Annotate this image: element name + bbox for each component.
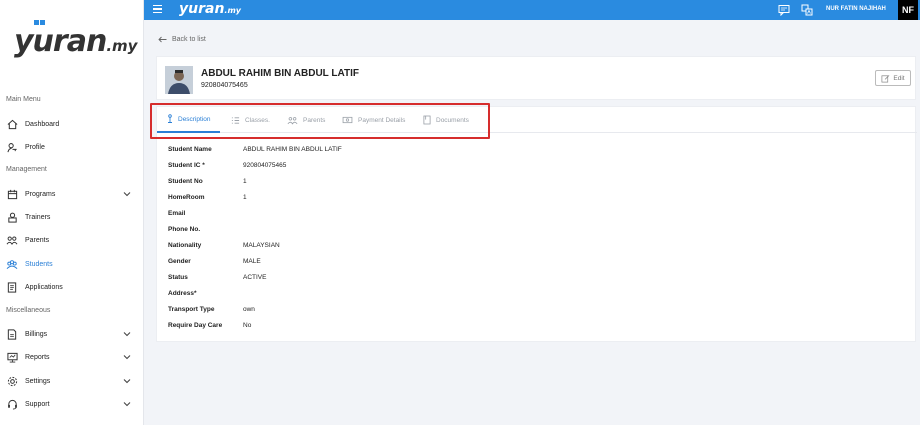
menu-icon[interactable] bbox=[153, 5, 162, 14]
parents-icon bbox=[6, 234, 18, 246]
chevron-down-icon bbox=[123, 332, 131, 337]
tab-classes[interactable]: Classes. bbox=[231, 107, 270, 133]
tab-documents[interactable]: Documents bbox=[423, 107, 469, 133]
description-icon bbox=[168, 114, 172, 123]
detail-row-require-day-care: Require Day Care No bbox=[168, 322, 252, 329]
reports-icon bbox=[6, 351, 18, 363]
students-icon bbox=[6, 258, 18, 270]
student-details-card: Description Classes. Parents Payment Det… bbox=[156, 106, 917, 342]
profile-key-icon bbox=[6, 141, 18, 153]
detail-row-homeroom: HomeRoom 1 bbox=[168, 194, 247, 201]
user-name[interactable]: NUR FATIN NAJIHAH bbox=[826, 6, 886, 12]
section-main-menu: Main Menu bbox=[6, 96, 41, 103]
edit-button[interactable]: Edit bbox=[875, 70, 911, 86]
detail-row-status: Status ACTIVE bbox=[168, 274, 267, 281]
tab-parents[interactable]: Parents bbox=[287, 107, 325, 133]
detail-row-address: Address* bbox=[168, 290, 197, 297]
billing-icon bbox=[6, 328, 18, 340]
section-management: Management bbox=[6, 166, 47, 173]
detail-row-gender: Gender MALE bbox=[168, 258, 261, 265]
sidebar-item-profile[interactable]: Profile bbox=[0, 138, 143, 156]
sidebar-item-parents[interactable]: Parents bbox=[0, 231, 143, 249]
student-profile-card: ABDUL RAHIM BIN ABDUL LATIF 920804075465… bbox=[156, 56, 916, 100]
chevron-down-icon bbox=[123, 192, 131, 197]
top-logo[interactable]: yuran.my bbox=[179, 1, 241, 17]
sidebar: yuran.my Main Menu Dashboard Profile Man… bbox=[0, 0, 144, 425]
avatar[interactable]: NF bbox=[898, 0, 918, 20]
detail-row-email: Email bbox=[168, 210, 186, 217]
sidebar-item-billings[interactable]: Billings bbox=[0, 325, 143, 343]
student-ic-subheading: 920804075465 bbox=[201, 82, 248, 89]
sidebar-item-support[interactable]: Support bbox=[0, 395, 143, 413]
calendar-icon bbox=[6, 188, 18, 200]
chevron-down-icon bbox=[123, 402, 131, 407]
section-miscellaneous: Miscellaneous bbox=[6, 307, 51, 314]
home-icon bbox=[6, 118, 18, 130]
headset-icon bbox=[6, 398, 18, 410]
trainer-icon bbox=[6, 211, 18, 223]
top-bar: yuran.my NUR FATIN NAJIHAH NF bbox=[144, 0, 920, 20]
sidebar-item-settings[interactable]: Settings bbox=[0, 372, 143, 390]
gear-icon bbox=[6, 375, 18, 387]
document-icon bbox=[6, 281, 18, 293]
sidebar-item-reports[interactable]: Reports bbox=[0, 348, 143, 366]
payment-icon bbox=[342, 116, 353, 124]
translate-icon[interactable] bbox=[801, 4, 813, 16]
detail-row-student-no: Student No 1 bbox=[168, 178, 247, 185]
logo-mark-icon bbox=[34, 20, 46, 27]
documents-icon bbox=[423, 115, 431, 125]
list-icon bbox=[231, 116, 240, 124]
chevron-down-icon bbox=[123, 379, 131, 384]
tab-description[interactable]: Description bbox=[157, 107, 220, 133]
back-to-list-link[interactable]: Back to list bbox=[158, 36, 206, 43]
sidebar-item-programs[interactable]: Programs bbox=[0, 185, 143, 203]
student-photo bbox=[165, 66, 193, 94]
sidebar-item-students[interactable]: Students bbox=[0, 255, 143, 273]
student-name-heading: ABDUL RAHIM BIN ABDUL LATIF bbox=[201, 68, 359, 79]
detail-row-student-ic: Student IC * 920804075465 bbox=[168, 162, 287, 169]
sidebar-item-trainers[interactable]: Trainers bbox=[0, 208, 143, 226]
tab-bar: Description Classes. Parents Payment Det… bbox=[157, 107, 917, 133]
detail-row-nationality: Nationality MALAYSIAN bbox=[168, 242, 280, 249]
tab-payment-details[interactable]: Payment Details bbox=[342, 107, 405, 133]
arrow-left-icon bbox=[158, 36, 167, 43]
sidebar-item-applications[interactable]: Applications bbox=[0, 278, 143, 296]
detail-row-student-name: Student Name ABDUL RAHIM BIN ABDUL LATIF bbox=[168, 146, 342, 153]
app-logo[interactable]: yuran.my bbox=[14, 20, 137, 62]
parents-icon bbox=[287, 116, 298, 125]
detail-row-transport-type: Transport Type own bbox=[168, 306, 255, 313]
chat-icon[interactable] bbox=[778, 4, 790, 16]
edit-icon bbox=[881, 74, 890, 82]
sidebar-item-dashboard[interactable]: Dashboard bbox=[0, 115, 143, 133]
detail-row-phone: Phone No. bbox=[168, 226, 201, 233]
chevron-down-icon bbox=[123, 355, 131, 360]
